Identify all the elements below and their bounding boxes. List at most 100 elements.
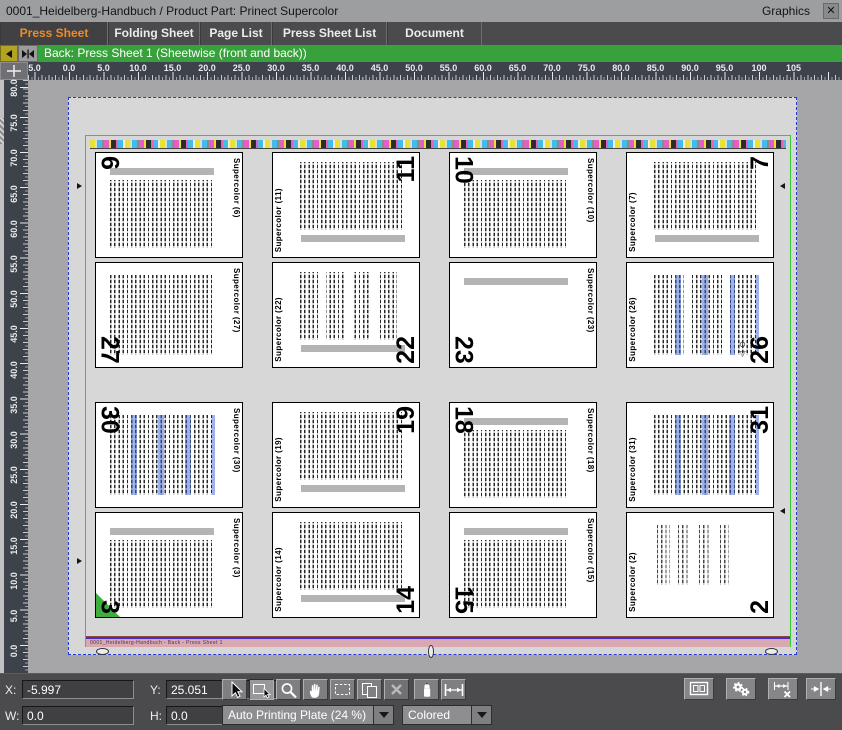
press-page-3[interactable]: 3Supercolor (3) [95, 512, 243, 618]
tab-press-sheet-list[interactable]: Press Sheet List [272, 22, 387, 45]
ruler-tick-label: 25.0 [233, 63, 251, 73]
settings-button[interactable] [726, 678, 756, 700]
measure-tool[interactable] [441, 679, 466, 700]
ruler-tick-label: 35.0 [302, 63, 320, 73]
page-number: 27 [98, 336, 121, 364]
ruler-tick-label: 20.0 [9, 496, 19, 524]
object-select-tool[interactable] [249, 679, 274, 700]
select-icon [224, 681, 246, 699]
ruler-tick-label: 55.0 [9, 250, 19, 278]
press-page-22[interactable]: 22Supercolor (22) [272, 262, 420, 368]
ruler-tick-label: 40.0 [336, 63, 354, 73]
plate-view-select[interactable]: Auto Printing Plate (24 %) [222, 705, 394, 725]
page-text-content [464, 540, 569, 608]
register-mark [780, 508, 785, 514]
title-bar: 0001_Heidelberg-Handbuch / Product Part:… [0, 0, 842, 22]
page-label: Supercolor (23) [586, 268, 595, 333]
page-number: 2 [749, 600, 772, 614]
measure-reset-icon [771, 680, 795, 698]
page-label: Supercolor (2) [628, 552, 637, 612]
chevron-down-icon[interactable] [373, 706, 393, 724]
page-heading-bar [655, 235, 759, 242]
page-number: 7 [749, 156, 772, 170]
pan-tool[interactable] [303, 679, 328, 700]
ruler-tick-label: 70.0 [543, 63, 561, 73]
press-page-14[interactable]: 14Supercolor (14) [272, 512, 420, 618]
close-icon[interactable]: ✕ [823, 3, 839, 19]
press-page-19[interactable]: 19Supercolor (19) [272, 402, 420, 508]
press-page-6[interactable]: 6 Supercolor (6) [95, 152, 243, 258]
page-label: Supercolor (19) [274, 437, 283, 502]
punch-hole-left [96, 648, 109, 655]
warning-icon: △ ⊖ [738, 341, 747, 359]
page-heading-bar [110, 168, 214, 175]
color-mode-select[interactable]: Colored [402, 705, 492, 725]
page-label: Supercolor (27) [232, 268, 241, 333]
ruler-tick-label: 100 [751, 63, 766, 73]
mirror-view-button[interactable] [806, 678, 836, 700]
press-page-11[interactable]: 11Supercolor (11) [272, 152, 420, 258]
press-page-31[interactable]: 31Supercolor (31) [626, 402, 774, 508]
tab-press-sheet[interactable]: Press Sheet [0, 22, 108, 45]
zoom-tool[interactable] [276, 679, 301, 700]
w-input[interactable] [22, 706, 134, 725]
press-page-2[interactable]: 2 Supercolor (2) [626, 512, 774, 618]
page-label: Supercolor (26) [628, 297, 637, 362]
ruler-tick-label: 20.0 [198, 63, 216, 73]
press-page-27[interactable]: 27 Supercolor (27) [95, 262, 243, 368]
page-label: Supercolor (22) [274, 297, 283, 362]
select-tool[interactable] [222, 679, 247, 700]
ruler-tick-label: 75.0 [9, 109, 19, 137]
front-back-toggle-button[interactable] [18, 45, 38, 62]
page-label: Supercolor (14) [274, 547, 283, 612]
graphics-menu[interactable]: Graphics [762, 0, 810, 22]
window-title: 0001_Heidelberg-Handbuch / Product Part:… [6, 0, 338, 22]
ink-zones-icon [416, 681, 438, 699]
ruler-tick-label: 65.0 [9, 180, 19, 208]
press-page-18[interactable]: 18Supercolor (18) [449, 402, 597, 508]
press-page-26[interactable]: 26Supercolor (26)△ ⊖ [626, 262, 774, 368]
tab-document[interactable]: Document [387, 22, 482, 45]
plate-preview-button[interactable] [684, 678, 714, 700]
press-page-30[interactable]: 30Supercolor (30) [95, 402, 243, 508]
tab-page-list[interactable]: Page List [200, 22, 272, 45]
settings-icon [729, 680, 753, 698]
measure-reset-button[interactable] [768, 678, 798, 700]
ruler-tick-label: 35.0 [9, 391, 19, 419]
ruler-tick-label: 60.0 [9, 215, 19, 243]
page-text-content [654, 415, 759, 495]
page-label: Supercolor (6) [232, 158, 241, 218]
flip-side-icon [21, 49, 35, 59]
ruler-tick-label: 25.0 [9, 461, 19, 489]
page-text-content [464, 180, 569, 248]
h-label: H: [150, 709, 162, 723]
page-number: 30 [98, 406, 121, 434]
page-heading-bar [301, 595, 405, 602]
copy-pages-icon [359, 681, 381, 699]
page-text-content [300, 522, 405, 590]
page-heading-bar [110, 528, 214, 535]
press-page-23[interactable]: 23Supercolor (23) [449, 262, 597, 368]
page-number: 6 [98, 156, 121, 170]
copy-pages-tool[interactable] [357, 679, 382, 700]
press-page-10[interactable]: 10Supercolor (10) [449, 152, 597, 258]
mirror-view-icon [809, 680, 833, 698]
register-mark [77, 558, 82, 564]
x-input[interactable] [22, 680, 134, 699]
horizontal-ruler[interactable]: 5.00.05.010.015.020.025.030.035.040.045.… [28, 62, 842, 80]
ruler-tick-label: 70.0 [9, 144, 19, 172]
vertical-ruler[interactable]: 80.075.070.065.060.055.050.045.040.035.0… [4, 80, 28, 673]
page-label: Supercolor (18) [586, 408, 595, 473]
press-page-15[interactable]: 15Supercolor (15) [449, 512, 597, 618]
ruler-tick-label: 0.0 [63, 63, 76, 73]
ink-zones-tool[interactable] [414, 679, 439, 700]
marquee-tool[interactable] [330, 679, 355, 700]
press-page-7[interactable]: 7Supercolor (7) [626, 152, 774, 258]
tab-folding-sheet[interactable]: Folding Sheet [108, 22, 200, 45]
delete-tool[interactable] [384, 679, 409, 700]
y-label: Y: [150, 683, 161, 697]
chevron-down-icon[interactable] [471, 706, 491, 724]
color-control-strip [90, 140, 786, 149]
page-text-content [110, 180, 215, 248]
back-nav-button[interactable] [0, 45, 18, 62]
